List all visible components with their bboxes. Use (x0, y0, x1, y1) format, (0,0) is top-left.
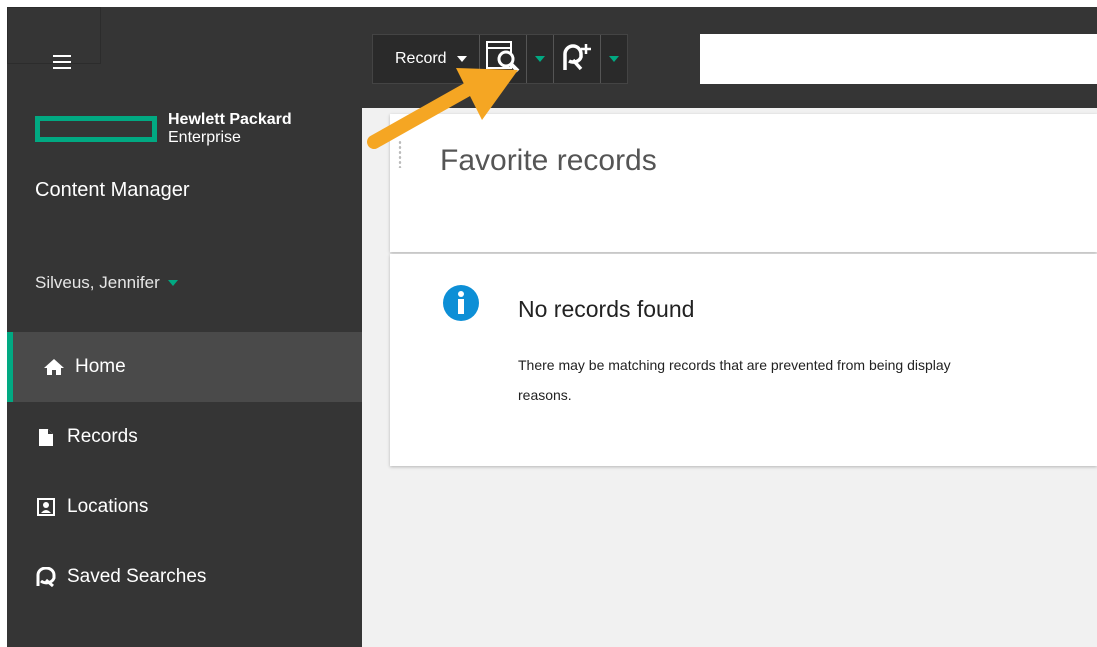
home-icon (43, 358, 65, 376)
hamburger-menu-icon[interactable] (53, 55, 71, 69)
top-bar: Record (362, 7, 1097, 108)
record-menu-button[interactable]: Record (373, 35, 479, 83)
chevron-down-icon (534, 56, 545, 62)
app-name: Content Manager (35, 179, 190, 201)
drag-handle-icon[interactable] (398, 140, 402, 168)
user-menu[interactable]: Silveus, Jennifer (35, 273, 178, 293)
document-icon (35, 428, 57, 447)
new-saved-search-icon (561, 42, 593, 76)
sidebar: Hewlett Packard Enterprise Content Manag… (7, 7, 362, 647)
company-name-line1: Hewlett Packard (168, 111, 292, 128)
empty-state-message: There may be matching records that are p… (518, 357, 951, 403)
sidebar-item-locations[interactable]: Locations (7, 472, 362, 542)
contact-card-icon (35, 498, 57, 516)
record-search-icon (485, 40, 521, 78)
chevron-down-icon (608, 56, 619, 62)
user-name: Silveus, Jennifer (35, 273, 160, 292)
company-name: Hewlett Packard Enterprise (168, 111, 292, 147)
record-search-dropdown[interactable] (525, 35, 553, 83)
card-title: Favorite records (440, 144, 657, 177)
info-icon (443, 285, 479, 321)
saved-search-icon (35, 567, 57, 587)
chevron-down-icon (456, 56, 467, 62)
sidebar-item-label: Saved Searches (67, 566, 207, 587)
empty-state-card: No records found There may be matching r… (390, 254, 1097, 466)
empty-state-title: No records found (518, 296, 695, 322)
sidebar-item-label: Home (75, 356, 126, 377)
search-input[interactable] (700, 34, 1097, 84)
chevron-down-icon (167, 280, 178, 286)
favorite-records-card: Favorite records (390, 114, 1097, 252)
record-search-button[interactable] (478, 35, 526, 83)
record-toolbar: Record (372, 34, 628, 84)
sidebar-item-label: Records (67, 426, 138, 447)
sidebar-item-label: Locations (67, 496, 149, 517)
record-menu-label: Record (395, 50, 447, 67)
sidebar-item-home[interactable]: Home (7, 332, 362, 402)
sidebar-item-saved-searches[interactable]: Saved Searches (7, 542, 362, 612)
main-content: Favorite records No records found There … (362, 108, 1097, 647)
hpe-logo-icon (35, 116, 157, 142)
sidebar-item-records[interactable]: Records (7, 402, 362, 472)
new-saved-search-button[interactable] (552, 35, 600, 83)
new-saved-search-dropdown[interactable] (599, 35, 627, 83)
company-name-line2: Enterprise (168, 129, 241, 146)
